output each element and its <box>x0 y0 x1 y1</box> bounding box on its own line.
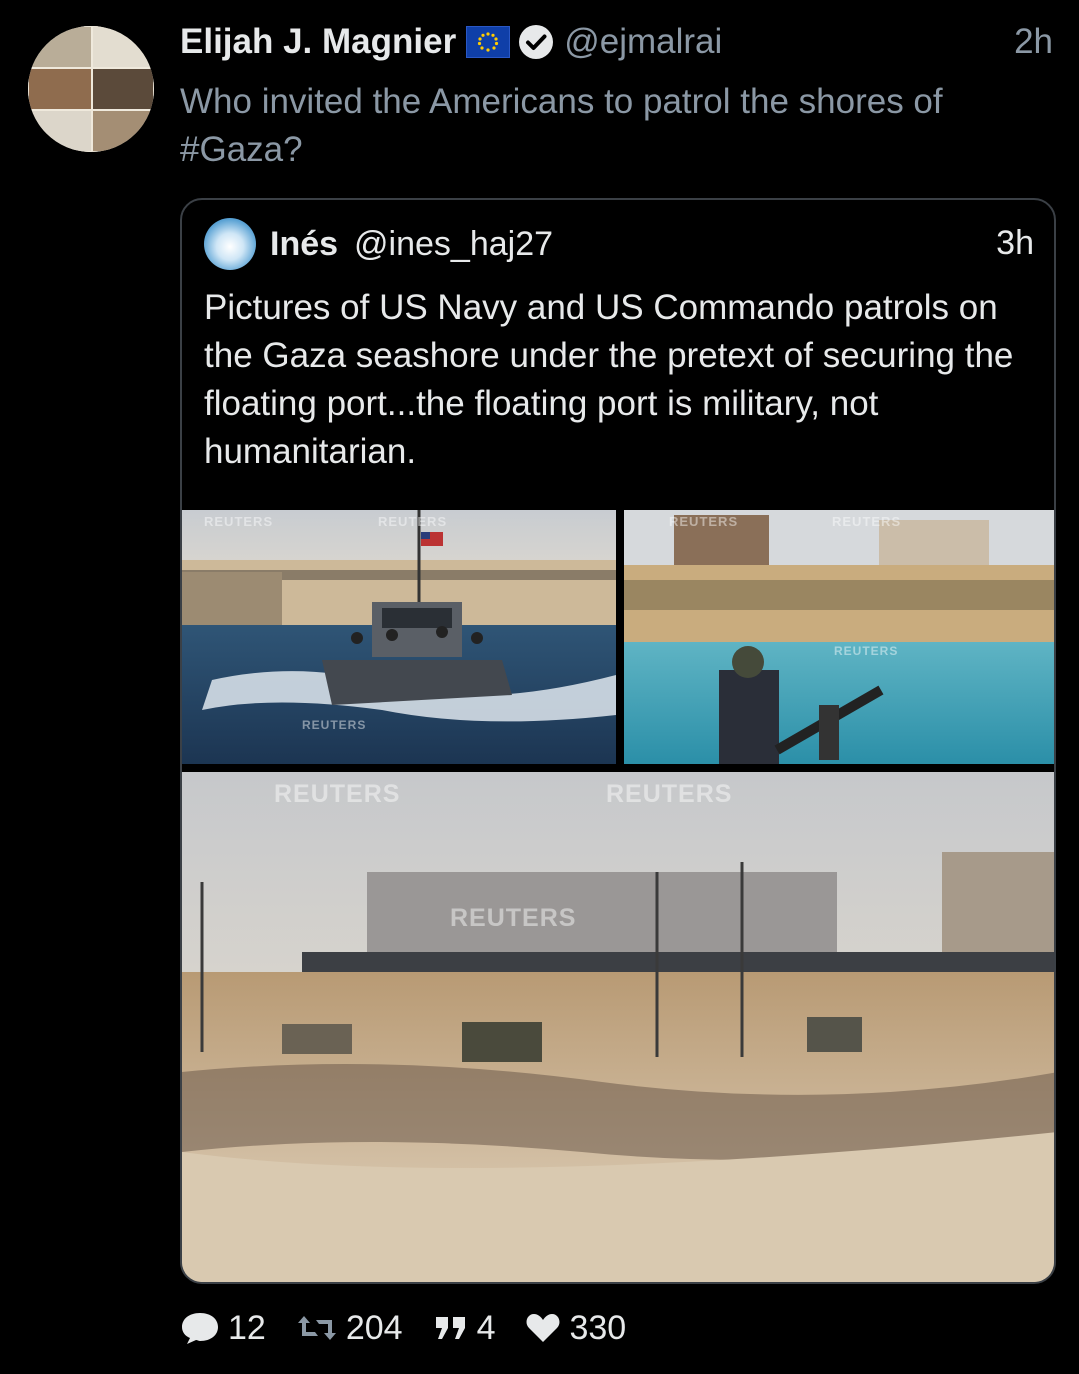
tweet-timestamp[interactable]: 2h <box>1014 22 1053 62</box>
action-bar: 12 204 4 330 <box>180 1306 656 1350</box>
author-avatar[interactable] <box>28 26 154 152</box>
reply-count: 12 <box>228 1308 266 1347</box>
reply-icon <box>182 1313 218 1344</box>
reply-button[interactable]: 12 <box>180 1309 266 1348</box>
quote-timestamp: 3h <box>996 224 1034 262</box>
quote-count: 4 <box>476 1308 496 1347</box>
heart-icon <box>527 1314 560 1342</box>
photo-patrol-boat[interactable]: REUTERS REUTERS REUTERS <box>182 510 616 764</box>
tweet-header: Elijah J. Magnier @ejmalrai <box>180 18 1060 66</box>
photo-gunner[interactable]: REUTERS REUTERS REUTERS <box>624 510 1054 764</box>
reuters-watermark: REUTERS <box>302 718 367 732</box>
quote-tweet-button[interactable]: 4 <box>433 1308 496 1348</box>
retweet-count: 204 <box>345 1308 403 1347</box>
reuters-watermark: REUTERS <box>450 904 577 932</box>
tweet-text-body: Who invited the Americans to patrol the … <box>180 82 943 121</box>
hashtag-link[interactable]: #Gaza <box>180 130 283 169</box>
like-button[interactable]: 330 <box>525 1309 626 1348</box>
author-name[interactable]: Elijah J. Magnier <box>180 22 456 62</box>
beach-vehicles-image <box>182 772 1054 1282</box>
reuters-watermark: REUTERS <box>274 780 401 808</box>
like-count: 330 <box>569 1308 627 1347</box>
quote-icon <box>435 1317 465 1339</box>
quote-text: Pictures of US Navy and US Commando patr… <box>204 288 1014 471</box>
tweet-text: Who invited the Americans to patrol the … <box>180 78 1020 174</box>
reuters-watermark: REUTERS <box>669 514 739 529</box>
retweet-button[interactable]: 204 <box>296 1309 403 1348</box>
gunner-image <box>624 510 1054 764</box>
verified-badge-icon <box>519 25 554 59</box>
reuters-watermark: REUTERS <box>204 514 274 529</box>
retweet-icon <box>297 1316 336 1340</box>
quote-author-handle[interactable]: @ines_haj27 <box>354 225 553 264</box>
reuters-watermark: REUTERS <box>606 780 733 808</box>
quote-author-avatar[interactable] <box>204 218 256 270</box>
reuters-watermark: REUTERS <box>832 514 902 529</box>
reuters-watermark: REUTERS <box>834 644 899 658</box>
eu-flag-icon <box>466 26 511 58</box>
quoted-tweet[interactable]: Inés @ines_haj27 3h Pictures of US Navy … <box>180 198 1056 1284</box>
quote-header: Inés @ines_haj27 <box>270 222 553 266</box>
tweet-text-end: ? <box>283 130 303 169</box>
photo-beach-vehicles[interactable]: REUTERS REUTERS REUTERS <box>182 772 1054 1282</box>
patrol-boat-image <box>182 510 616 764</box>
quote-author-name[interactable]: Inés <box>270 225 338 264</box>
reuters-watermark: REUTERS <box>378 514 448 529</box>
author-handle[interactable]: @ejmalrai <box>564 22 722 62</box>
